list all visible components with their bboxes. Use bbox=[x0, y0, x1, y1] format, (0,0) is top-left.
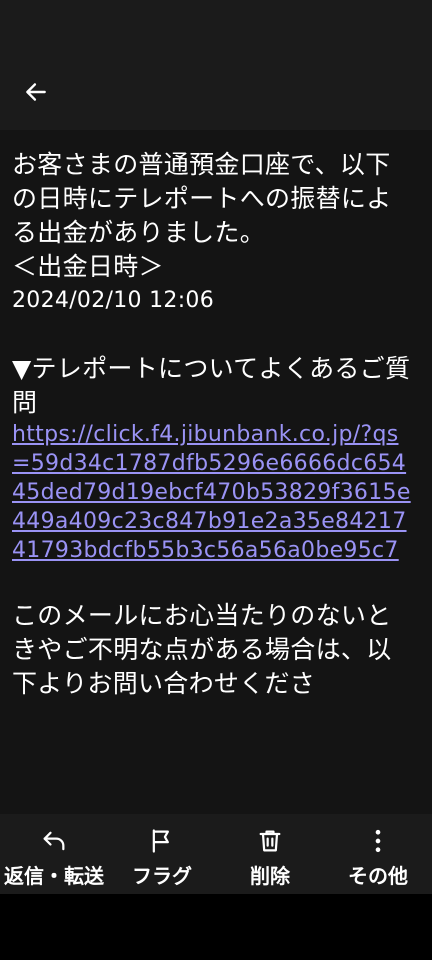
trash-icon bbox=[256, 826, 284, 856]
top-app-bar bbox=[0, 0, 432, 130]
reply-icon bbox=[40, 826, 68, 856]
back-button[interactable] bbox=[20, 76, 52, 108]
mail-body: お客さまの普通預金口座で、以下の日時にテレポートへの振替による出金がありました。… bbox=[0, 130, 432, 814]
contact-text: このメールにお心当たりのないときやご不明な点がある場合は、以下よりお問い合わせく… bbox=[12, 601, 392, 698]
date-value: 2024/02/10 12:06 bbox=[12, 288, 214, 313]
more-button[interactable]: その他 bbox=[324, 814, 432, 894]
message-intro: お客さまの普通預金口座で、以下の日時にテレポートへの振替による出金がありました。 bbox=[12, 150, 392, 247]
faq-heading: ▼テレポートについてよくあるご質問 bbox=[12, 354, 411, 417]
action-bar: 返信・転送 フラグ 削除 その他 bbox=[0, 814, 432, 894]
more-vertical-icon bbox=[364, 826, 392, 856]
date-heading: ＜出金日時＞ bbox=[12, 252, 164, 281]
faq-link[interactable]: https://click.f4.jibunbank.co.jp/?qs=59d… bbox=[12, 420, 412, 565]
reply-forward-label: 返信・転送 bbox=[4, 864, 104, 888]
arrow-left-icon bbox=[26, 83, 46, 101]
more-label: その他 bbox=[348, 864, 408, 888]
delete-button[interactable]: 削除 bbox=[216, 814, 324, 894]
system-nav-area bbox=[0, 894, 432, 960]
reply-forward-button[interactable]: 返信・転送 bbox=[0, 814, 108, 894]
flag-button[interactable]: フラグ bbox=[108, 814, 216, 894]
flag-icon bbox=[148, 826, 176, 856]
message-content: お客さまの普通預金口座で、以下の日時にテレポートへの振替による出金がありました。… bbox=[12, 148, 412, 701]
flag-label: フラグ bbox=[132, 864, 192, 888]
delete-label: 削除 bbox=[250, 864, 290, 888]
